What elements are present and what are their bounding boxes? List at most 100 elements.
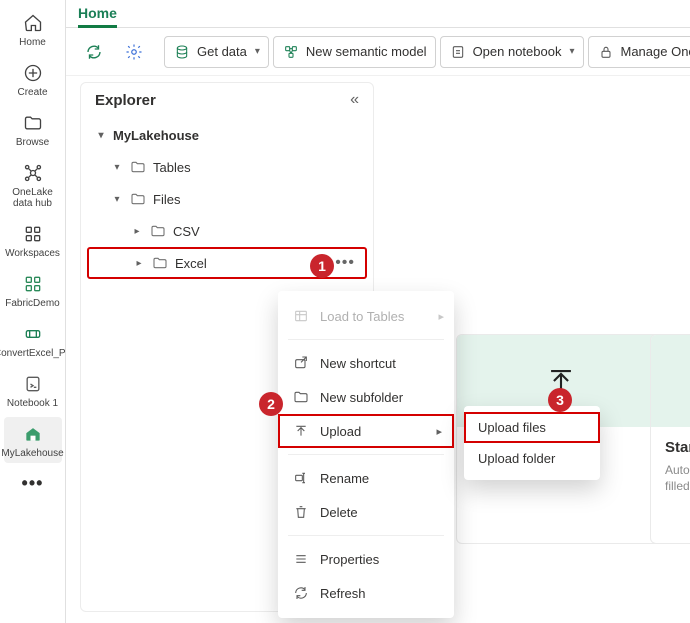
nav-mylakehouse[interactable]: MyLakehouse xyxy=(4,417,62,463)
nav-label: OneLake data hub xyxy=(4,187,62,209)
refresh-green-button[interactable] xyxy=(76,36,112,68)
workspace-icon xyxy=(22,273,44,295)
nav-workspaces[interactable]: Workspaces xyxy=(4,217,62,263)
nav-home[interactable]: Home xyxy=(4,6,62,52)
more-actions-icon[interactable]: ••• xyxy=(335,254,355,272)
tree-label: CSV xyxy=(173,224,200,239)
new-model-button[interactable]: New semantic model xyxy=(273,36,436,68)
folder-icon xyxy=(129,158,147,176)
ctx-label: New shortcut xyxy=(320,356,396,371)
open-notebook-label: Open notebook xyxy=(473,44,562,59)
tree-label: Excel xyxy=(175,256,207,271)
explorer-tree: ▾ MyLakehouse ▾ Tables ▾ Files ▸ xyxy=(81,119,373,279)
submenu-upload-files[interactable]: Upload files xyxy=(464,412,600,443)
context-menu: Load to Tables ▸ New shortcut New subfol… xyxy=(278,291,454,618)
gear-icon xyxy=(125,43,143,61)
tree-label: Files xyxy=(153,192,180,207)
refresh-icon xyxy=(292,584,310,602)
ctx-label: New subfolder xyxy=(320,390,403,405)
card-start-with[interactable]: Start wit Automatic filled with xyxy=(650,334,690,544)
callout-badge-3: 3 xyxy=(548,388,572,412)
trash-icon xyxy=(292,503,310,521)
settings-button[interactable] xyxy=(116,36,152,68)
ctx-properties[interactable]: Properties xyxy=(278,542,454,576)
nav-label: Home xyxy=(19,37,46,48)
chevron-down-icon: ▾ xyxy=(255,46,260,57)
menu-separator xyxy=(288,454,444,455)
toolbar: Get data ▾ New semantic model Open noteb… xyxy=(66,28,690,76)
ctx-new-shortcut[interactable]: New shortcut xyxy=(278,346,454,380)
sub-label: Upload files xyxy=(478,420,546,435)
nav-browse[interactable]: Browse xyxy=(4,106,62,152)
header-tab-home[interactable]: Home xyxy=(78,5,117,28)
lakehouse-icon xyxy=(22,423,44,445)
plus-circle-icon xyxy=(22,62,44,84)
refresh-green-icon xyxy=(85,43,103,61)
chevron-right-icon: ▸ xyxy=(133,258,145,269)
tree-item-tables[interactable]: ▾ Tables xyxy=(87,151,367,183)
pipeline-icon xyxy=(22,323,44,345)
chevron-down-icon: ▾ xyxy=(111,194,123,205)
card-desc-line: Automatic xyxy=(665,462,690,478)
new-model-label: New semantic model xyxy=(306,44,427,59)
grid-icon xyxy=(22,223,44,245)
callout-badge-1: 1 xyxy=(310,254,334,278)
shortcut-icon xyxy=(292,354,310,372)
ctx-upload[interactable]: Upload ▸ xyxy=(278,414,454,448)
nav-create[interactable]: Create xyxy=(4,56,62,102)
card-desc-line: filled with xyxy=(665,478,690,494)
get-data-label: Get data xyxy=(197,44,247,59)
nav-label: FabricDemo xyxy=(5,298,59,309)
open-notebook-button[interactable]: Open notebook ▾ xyxy=(440,36,584,68)
chevron-right-icon: ▸ xyxy=(131,226,143,237)
ctx-new-subfolder[interactable]: New subfolder xyxy=(278,380,454,414)
lock-icon xyxy=(597,43,615,61)
nav-more[interactable]: ••• xyxy=(4,467,62,498)
ctx-delete[interactable]: Delete xyxy=(278,495,454,529)
folder-icon xyxy=(151,254,169,272)
nav-onelake[interactable]: OneLake data hub xyxy=(4,156,62,213)
tree-item-csv[interactable]: ▸ CSV xyxy=(87,215,367,247)
ctx-rename[interactable]: Rename xyxy=(278,461,454,495)
ctx-label: Load to Tables xyxy=(320,309,404,324)
folder-icon xyxy=(149,222,167,240)
ctx-label: Rename xyxy=(320,471,369,486)
home-icon xyxy=(22,12,44,34)
menu-separator xyxy=(288,339,444,340)
hub-icon xyxy=(22,162,44,184)
manage-label: Manage OneL xyxy=(621,44,690,59)
nav-fabricdemo[interactable]: FabricDemo xyxy=(4,267,62,313)
upload-icon xyxy=(292,422,310,440)
more-icon: ••• xyxy=(22,473,44,494)
nav-label: Browse xyxy=(16,137,49,148)
sub-label: Upload folder xyxy=(478,451,555,466)
chevron-right-icon: ▸ xyxy=(438,310,444,323)
folder-icon xyxy=(22,112,44,134)
card-title: Start wit xyxy=(665,439,690,456)
chevron-right-icon: ▸ xyxy=(436,425,442,438)
menu-separator xyxy=(288,535,444,536)
nav-label: Create xyxy=(17,87,47,98)
tree-root-mylakehouse[interactable]: ▾ MyLakehouse xyxy=(87,119,367,151)
left-nav-rail: Home Create Browse OneLake data hub Work… xyxy=(0,0,66,623)
nav-convertexcel[interactable]: ConvertExcel_PL xyxy=(4,317,62,363)
nav-label: ConvertExcel_PL xyxy=(0,348,71,359)
chevron-down-icon: ▾ xyxy=(111,162,123,173)
page-header: Home xyxy=(66,0,690,28)
rename-icon xyxy=(292,469,310,487)
upload-submenu: Upload files Upload folder xyxy=(464,406,600,480)
manage-button[interactable]: Manage OneL xyxy=(588,36,690,68)
get-data-button[interactable]: Get data ▾ xyxy=(164,36,269,68)
ctx-load-to-tables: Load to Tables ▸ xyxy=(278,299,454,333)
collapse-icon[interactable]: « xyxy=(350,91,359,109)
ctx-label: Upload xyxy=(320,424,361,439)
nav-notebook[interactable]: Notebook 1 xyxy=(4,367,62,413)
database-icon xyxy=(173,43,191,61)
ctx-refresh[interactable]: Refresh xyxy=(278,576,454,610)
nav-label: MyLakehouse xyxy=(1,448,63,459)
ctx-label: Properties xyxy=(320,552,379,567)
submenu-upload-folder[interactable]: Upload folder xyxy=(464,443,600,474)
folder-icon xyxy=(129,190,147,208)
tree-item-files[interactable]: ▾ Files xyxy=(87,183,367,215)
chevron-down-icon: ▾ xyxy=(569,46,574,57)
